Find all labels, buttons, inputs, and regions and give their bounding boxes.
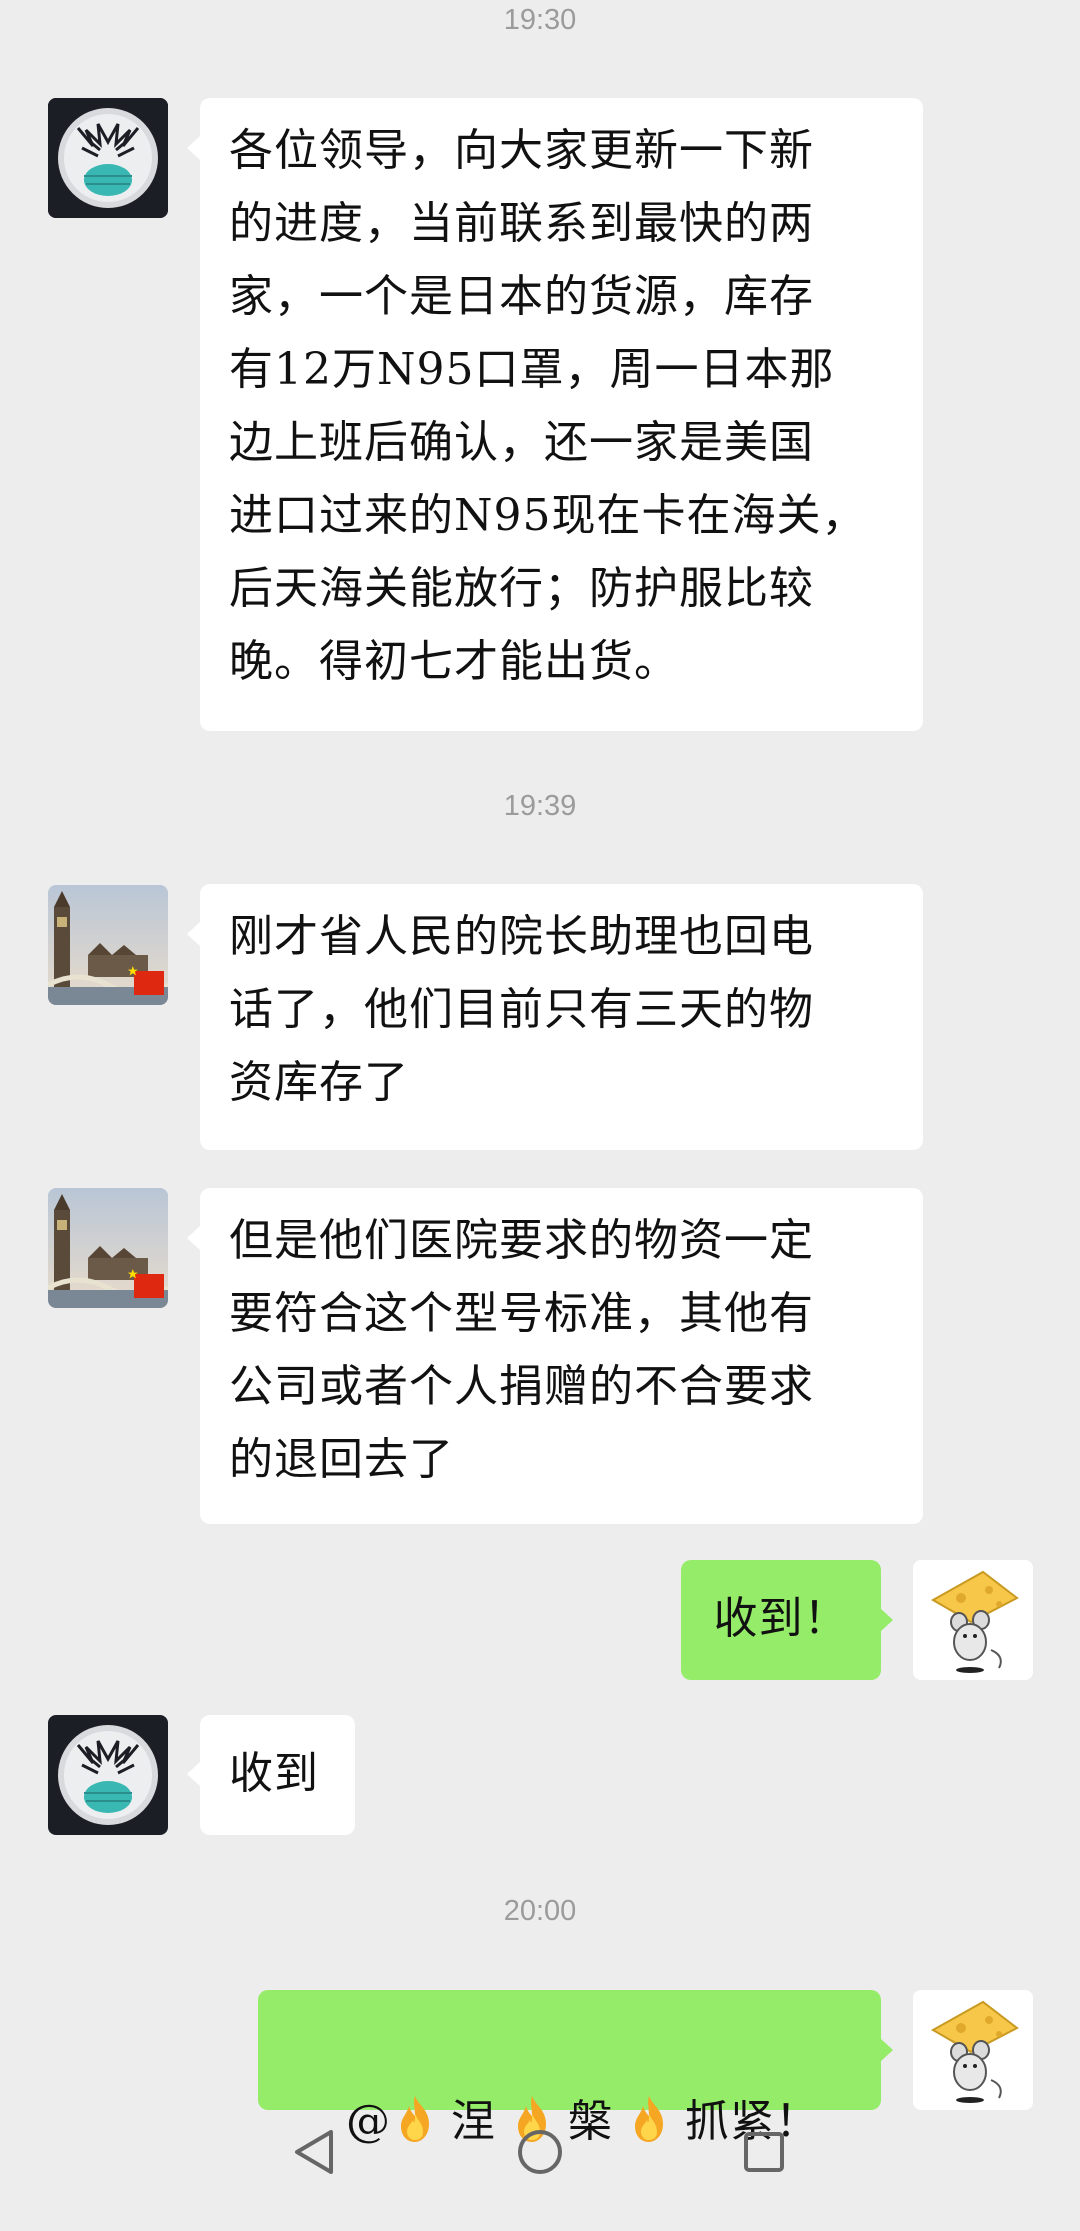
bubble-tail (187, 1226, 200, 1250)
message-bubble[interactable]: 收到 (200, 1715, 355, 1835)
system-navigation-bar (0, 2098, 1080, 2204)
home-circle-icon[interactable] (500, 2112, 580, 2192)
message-bubble[interactable]: 各位领导，向大家更新一下新 的进度，当前联系到最快的两 家，一个是日本的货源，库… (200, 98, 923, 731)
bubble-tail (187, 1762, 200, 1786)
contact-avatar-mask[interactable] (48, 1715, 168, 1835)
timestamp: 19:30 (503, 4, 577, 36)
timestamp: 20:00 (503, 1895, 577, 1927)
bubble-tail (880, 2038, 893, 2062)
chat-area[interactable]: 19:30 各位领导，向大家更新一下新 的进度，当前联系到最快的两 家，一个是日… (0, 0, 1080, 2204)
my-avatar-mouse[interactable] (913, 1990, 1033, 2110)
my-avatar-mouse[interactable] (913, 1560, 1033, 1680)
contact-avatar-mask[interactable] (48, 98, 168, 218)
contact-avatar-london[interactable] (48, 885, 168, 1005)
timestamp: 19:39 (503, 790, 577, 822)
bubble-tail (187, 922, 200, 946)
bubble-tail (880, 1608, 893, 1632)
message-bubble-outgoing[interactable]: 收到！ (681, 1560, 881, 1680)
message-bubble[interactable]: 但是他们医院要求的物资一定 要符合这个型号标准，其他有 公司或者个人捐赠的不合要… (200, 1188, 923, 1524)
recents-square-icon[interactable] (724, 2112, 804, 2192)
message-bubble[interactable]: 刚才省人民的院长助理也回电 话了，他们目前只有三天的物 资库存了 (200, 884, 923, 1150)
contact-avatar-london[interactable] (48, 1188, 168, 1308)
message-bubble-outgoing[interactable]: @ 涅槃抓紧！ (258, 1990, 881, 2147)
back-triangle-icon[interactable] (275, 2112, 355, 2192)
bubble-tail (187, 136, 200, 160)
